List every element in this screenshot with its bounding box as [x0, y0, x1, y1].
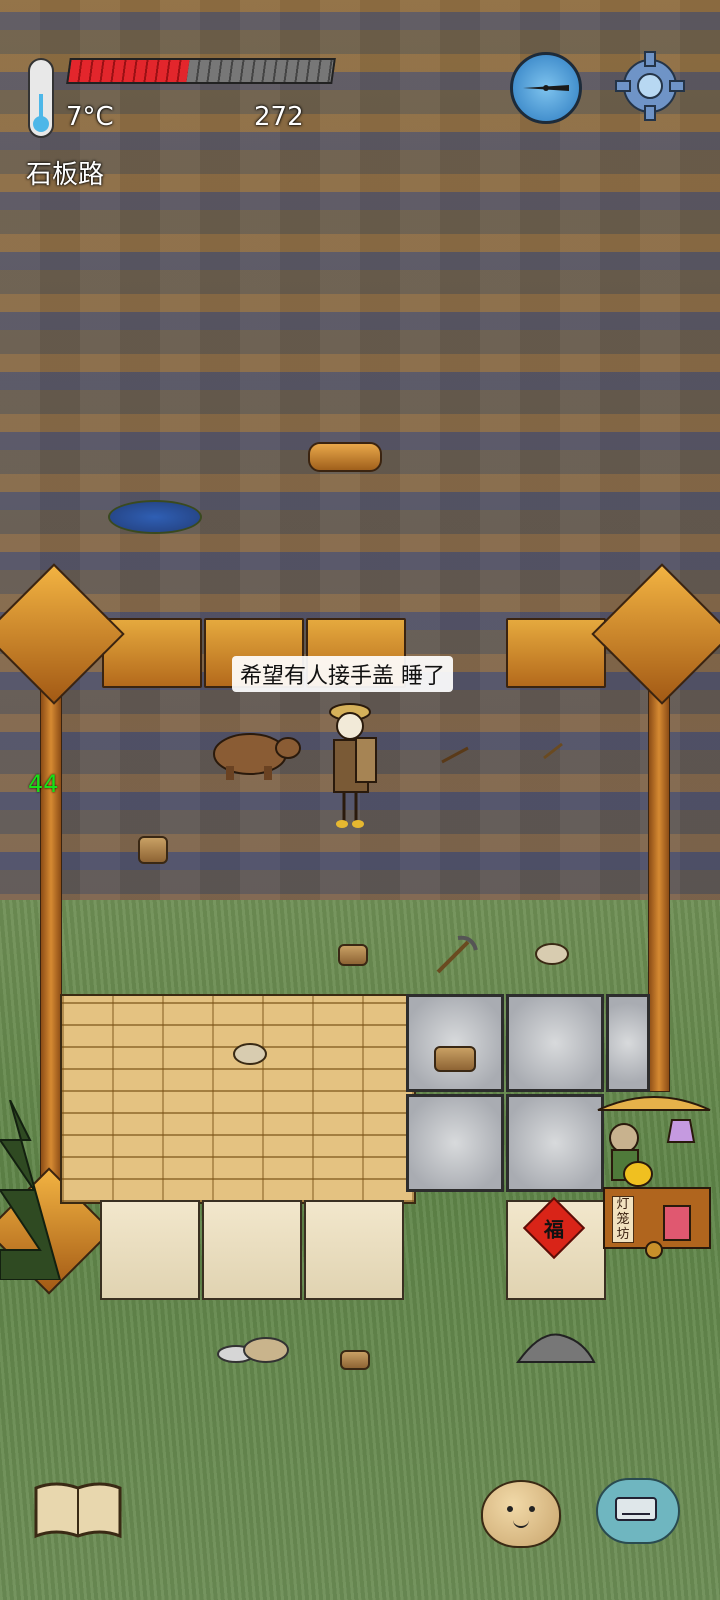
fu-sign-text: 福 [544, 1217, 564, 1242]
health-counter: 44 [28, 770, 59, 798]
bones-item[interactable] [532, 938, 574, 970]
basket-item[interactable] [434, 1046, 476, 1072]
health-bar [66, 58, 336, 84]
wood-floor[interactable] [60, 994, 416, 1204]
stone-floor-tile[interactable] [406, 1094, 504, 1192]
stone-floor-tile[interactable] [506, 994, 604, 1092]
game-scene[interactable]: 福 希望有人接手盖 睡了 灯笼坊 44 [0, 0, 720, 1600]
basket-item[interactable] [138, 836, 168, 864]
temperature-readout: 7°C [66, 102, 114, 132]
stone-wall-block[interactable] [304, 1200, 404, 1300]
stone-floor-tile[interactable] [506, 1094, 604, 1192]
twig-item[interactable] [542, 740, 564, 762]
rock-pile[interactable] [514, 1326, 598, 1366]
stall-sign: 灯笼坊 [612, 1196, 634, 1243]
compass-icon[interactable] [510, 52, 582, 124]
keyboard-glyph [615, 1497, 657, 1521]
face-eye [507, 1506, 513, 1512]
fence-segment[interactable] [506, 618, 606, 688]
bowl-item[interactable] [340, 1350, 370, 1370]
stone-floor-tile[interactable] [406, 994, 504, 1092]
junk-pile[interactable] [206, 1320, 296, 1366]
book-icon[interactable] [32, 1480, 124, 1540]
bowl-item[interactable] [338, 944, 368, 966]
potato-face-icon[interactable] [481, 1480, 561, 1548]
thermometer-bulb [33, 116, 49, 132]
stone-wall-block[interactable] [202, 1200, 302, 1300]
health-bar-empty [186, 60, 334, 82]
pickaxe-item[interactable] [432, 934, 478, 976]
speech-bubble: 希望有人接手盖 睡了 [232, 656, 453, 692]
log-item[interactable] [308, 442, 382, 472]
compass-needle [523, 85, 569, 91]
stone-wall-block[interactable] [100, 1200, 200, 1300]
fence-post-right [648, 650, 670, 1092]
gear-icon[interactable] [612, 48, 688, 124]
face-mouth [513, 1518, 529, 1528]
thermometer-icon [28, 58, 54, 138]
bones-item[interactable] [230, 1038, 272, 1070]
score-counter: 272 [254, 102, 304, 132]
face-eye [529, 1506, 535, 1512]
player-character[interactable] [326, 700, 380, 830]
pine-tree[interactable] [0, 1100, 70, 1280]
small-pond[interactable] [108, 500, 202, 534]
stone-floor-tile[interactable] [606, 994, 650, 1092]
twig-item[interactable] [440, 744, 470, 766]
health-bar-fill [68, 60, 190, 82]
bear-creature[interactable] [206, 728, 302, 780]
mud-ground [0, 0, 720, 990]
location-name: 石板路 [26, 160, 105, 190]
keyboard-chat-icon[interactable] [596, 1478, 680, 1544]
